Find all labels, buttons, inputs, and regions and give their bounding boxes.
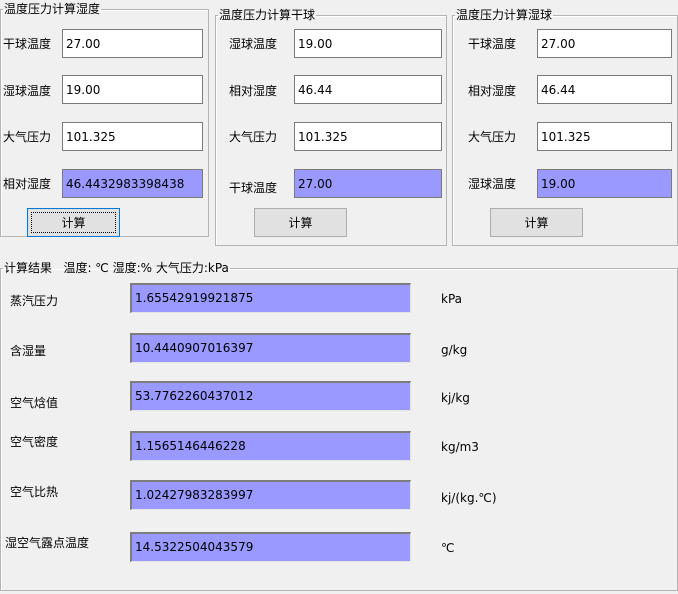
pressure-label-3: 大气压力	[468, 130, 517, 144]
dry-bulb-input[interactable]	[62, 29, 203, 58]
relative-humidity-result[interactable]	[62, 169, 203, 198]
result-value-air-density: 1.1565146446228	[130, 431, 411, 461]
panel-calc-humidity-title: 温度压力计算湿度	[4, 2, 101, 16]
pressure-input-3[interactable]	[537, 122, 672, 151]
result-label-specific-heat: 空气比热	[10, 485, 59, 499]
dry-bulb-label-2: 干球温度	[229, 181, 278, 195]
dry-bulb-input-3[interactable]	[537, 29, 672, 58]
result-label-enthalpy: 空气焓值	[10, 396, 59, 410]
wet-bulb-input-2[interactable]	[294, 29, 442, 58]
panel-calc-dry-bulb-title: 温度压力计算干球	[219, 8, 316, 22]
result-unit-specific-heat: kj/(kg.℃)	[441, 491, 497, 505]
pressure-label: 大气压力	[3, 130, 52, 144]
result-label-dew-point: 湿空气露点温度	[5, 536, 90, 550]
relative-humidity-input-3[interactable]	[537, 75, 672, 104]
dry-bulb-result[interactable]	[294, 169, 442, 198]
result-value-specific-heat: 1.02427983283997	[130, 480, 411, 510]
result-label-vapor-pressure: 蒸汽压力	[10, 294, 59, 308]
result-value-vapor-pressure: 1.65542919921875	[130, 283, 411, 313]
dry-bulb-label-3: 干球温度	[468, 37, 517, 51]
result-unit-moisture-content: g/kg	[441, 343, 468, 357]
result-unit-enthalpy: kj/kg	[441, 391, 470, 405]
calc-humidity-button[interactable]: 计算	[27, 208, 120, 237]
wet-bulb-result[interactable]	[537, 169, 672, 198]
wet-bulb-input[interactable]	[62, 75, 203, 104]
dry-bulb-label: 干球温度	[3, 37, 52, 51]
pressure-label-2: 大气压力	[229, 130, 278, 144]
result-unit-dew-point: ℃	[441, 541, 455, 555]
result-value-dew-point: 14.5322504043579	[130, 532, 411, 562]
result-label-air-density: 空气密度	[10, 435, 59, 449]
wet-bulb-label-3: 湿球温度	[468, 177, 517, 191]
results-panel-title: 计算结果 温度: ℃ 湿度:% 大气压力:kPa	[4, 261, 229, 275]
panel-calc-wet-bulb-title: 温度压力计算湿球	[456, 8, 553, 22]
relative-humidity-input-2[interactable]	[294, 75, 442, 104]
calc-dry-bulb-button[interactable]: 计算	[254, 208, 347, 237]
pressure-input[interactable]	[62, 122, 203, 151]
result-unit-vapor-pressure: kPa	[441, 292, 462, 306]
relative-humidity-label-3: 相对湿度	[468, 84, 517, 98]
result-label-moisture-content: 含湿量	[10, 344, 47, 358]
relative-humidity-label: 相对湿度	[3, 177, 52, 191]
wet-bulb-label-2: 湿球温度	[229, 37, 278, 51]
result-value-enthalpy: 53.7762260437012	[130, 381, 411, 411]
pressure-input-2[interactable]	[294, 122, 442, 151]
result-unit-air-density: kg/m3	[441, 440, 479, 454]
result-value-moisture-content: 10.4440907016397	[130, 333, 411, 363]
psychrometric-calculator-window: 温度压力计算湿度 干球温度 湿球温度 大气压力 相对湿度 计算 温度压力计算干球…	[0, 0, 678, 594]
calc-wet-bulb-button[interactable]: 计算	[490, 208, 583, 237]
relative-humidity-label-2: 相对湿度	[229, 84, 278, 98]
wet-bulb-label: 湿球温度	[3, 84, 52, 98]
